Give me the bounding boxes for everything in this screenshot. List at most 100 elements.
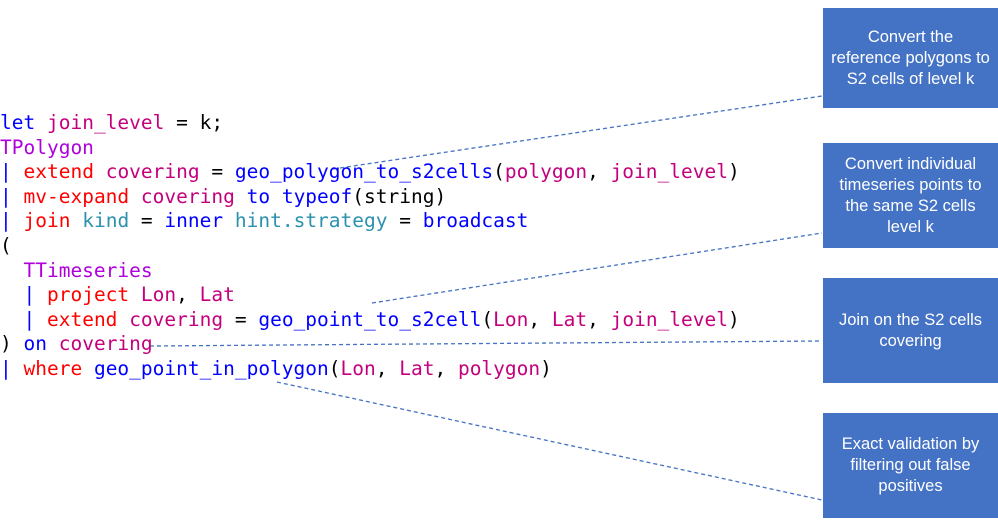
code-token: on	[23, 332, 47, 356]
code-token: |	[23, 283, 36, 307]
code-token: |	[23, 307, 36, 331]
code-token: ,	[587, 307, 611, 331]
code-token: ,	[587, 160, 611, 184]
line-join: | join kind = inner hint.strategy = broa…	[0, 209, 800, 234]
code-token: Lat	[551, 307, 588, 331]
code-token: to	[246, 184, 271, 208]
code-token: mv-expand	[23, 184, 130, 208]
callout-convert-reference-polygons[interactable]: Convert the reference polygons to S2 cel…	[823, 8, 998, 108]
code-token: TPolygon	[0, 135, 94, 159]
callout-label: Exact validation by filtering out false …	[841, 435, 980, 495]
code-token: |	[0, 356, 12, 380]
code-token: let	[0, 111, 36, 134]
code-token: (	[0, 233, 12, 257]
code-token: covering	[58, 332, 153, 356]
code-token: =	[199, 160, 235, 184]
line-extend-polygon: | extend covering = geo_polygon_to_s2cel…	[0, 160, 800, 185]
code-token: =	[129, 209, 165, 233]
code-token: (	[328, 356, 341, 380]
code-token: covering	[129, 307, 224, 331]
code-token: broadcast	[422, 209, 529, 233]
line-project: | project Lon, Lat	[0, 283, 800, 308]
code-token: geo_polygon_to_s2cells	[234, 160, 494, 184]
code-token: Lon	[493, 307, 529, 331]
code-token: |	[0, 209, 12, 233]
code-token: project	[46, 283, 130, 307]
code-token: where	[23, 356, 83, 380]
code-token: =	[387, 209, 423, 233]
code-token: kind	[82, 209, 130, 233]
code-token: geo_point_to_s2cell	[258, 307, 482, 331]
code-token: ,	[176, 283, 200, 307]
line-mvexpand: | mv-expand covering to typeof(string)	[0, 185, 800, 210]
slide-canvas: let join_level = k; TPolygon | extend cove…	[0, 0, 998, 520]
line-where: | where geo_point_in_polygon(Lon, Lat, p…	[0, 357, 800, 382]
code-token: = k;	[164, 111, 224, 134]
code-token: covering	[140, 184, 235, 208]
code-token: (	[493, 160, 505, 184]
code-token: geo_point_in_polygon	[93, 356, 329, 380]
code-token: (	[481, 307, 494, 331]
code-token: inner	[164, 209, 224, 233]
code-token: |	[0, 184, 12, 208]
code-token: Lon	[140, 283, 177, 307]
callout-label: Convert individual timeseries points to …	[839, 154, 982, 236]
code-token: hint.strategy	[234, 209, 388, 233]
line-tpolygon: TPolygon	[0, 136, 800, 161]
line-let: let join_level = k;	[0, 111, 800, 136]
callout-join-on-s2-cells[interactable]: Join on the S2 cells covering	[823, 278, 998, 383]
connector-where-to-callout-4	[276, 381, 823, 501]
code-token: )	[540, 356, 552, 380]
callout-label: Join on the S2 cells covering	[838, 310, 983, 350]
callout-label: Convert the reference polygons to S2 cel…	[831, 27, 990, 88]
callout-convert-timeseries-points[interactable]: Convert individual timeseries points to …	[823, 143, 998, 248]
line-on-covering: ) on covering	[0, 332, 800, 357]
code-token: join	[23, 209, 71, 233]
code-token: TTimeseries	[23, 258, 153, 282]
line-extend-point: | extend covering = geo_point_to_s2cell(…	[0, 308, 800, 333]
code-token: Lon	[340, 356, 376, 380]
code-token: extend	[46, 307, 118, 331]
line-ttimeseries: TTimeseries	[0, 259, 800, 284]
code-token: ,	[375, 356, 400, 380]
code-token: covering	[105, 160, 200, 184]
code-token: Lat	[199, 283, 235, 307]
code-token: )	[727, 160, 740, 184]
code-token: (string)	[352, 184, 447, 208]
code-block: let join_level = k; TPolygon | extend cove…	[0, 111, 800, 382]
code-token: join_level	[610, 160, 728, 184]
code-token: |	[0, 160, 12, 184]
code-token: typeof	[281, 184, 353, 208]
code-token: polygon	[504, 160, 588, 184]
code-token: )	[728, 307, 740, 331]
code-token: )	[0, 332, 12, 356]
code-token: Lat	[399, 356, 435, 380]
code-token: join_level	[610, 307, 728, 331]
line-open-paren: (	[0, 234, 800, 259]
code-token: ,	[434, 356, 458, 380]
code-token: =	[223, 307, 259, 331]
code-token: ,	[528, 307, 552, 331]
callout-exact-validation[interactable]: Exact validation by filtering out false …	[823, 413, 998, 518]
code-token: join_level	[46, 111, 165, 134]
